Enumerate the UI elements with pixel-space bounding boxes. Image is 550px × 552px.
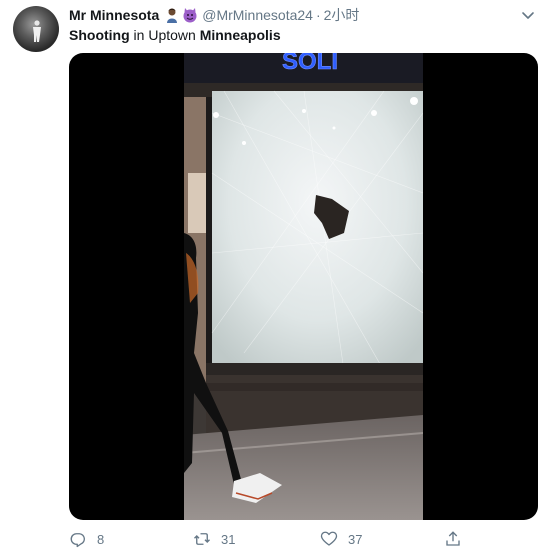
display-name[interactable]: Mr Minnesota [69,7,159,23]
video-player[interactable]: SOLI [69,53,538,520]
video-scene-icon: SOLI [184,53,423,520]
retweet-count: 31 [221,531,236,547]
person-emoji-icon [167,8,178,23]
separator-dot: · [315,7,321,23]
reply-count: 8 [97,531,105,547]
heart-icon [320,531,338,546]
user-handle[interactable]: @MrMinnesota24 [202,7,313,23]
avatar-figure-icon [33,20,41,42]
retweet-button[interactable]: 31 [193,528,235,550]
chevron-down-icon[interactable] [520,7,536,23]
retweet-icon [194,533,210,545]
timestamp[interactable]: 2小时 [324,5,360,25]
video-frame: SOLI [184,53,423,520]
avatar[interactable] [13,6,59,52]
reply-button[interactable]: 8 [69,528,104,550]
tweet-text-part: in Uptown [129,27,200,43]
like-count: 37 [348,531,363,547]
share-icon [446,531,460,546]
store-sign-text: SOLI [282,53,338,75]
share-button[interactable] [444,528,472,550]
tweet-card[interactable]: Mr Minnesota @MrMinnesota24 · 2小时 Shooti… [0,0,550,552]
tweet-header: Mr Minnesota @MrMinnesota24 · 2小时 [69,6,359,24]
smiling-imp-emoji-icon [183,8,197,23]
reply-icon [70,533,85,548]
like-button[interactable]: 37 [320,528,362,550]
tweet-text: Shooting in Uptown Minneapolis [69,26,281,44]
tweet-text-part: Shooting [69,27,130,43]
tweet-actions: 8 31 37 [69,528,538,550]
tweet-text-part: Minneapolis [199,27,281,43]
